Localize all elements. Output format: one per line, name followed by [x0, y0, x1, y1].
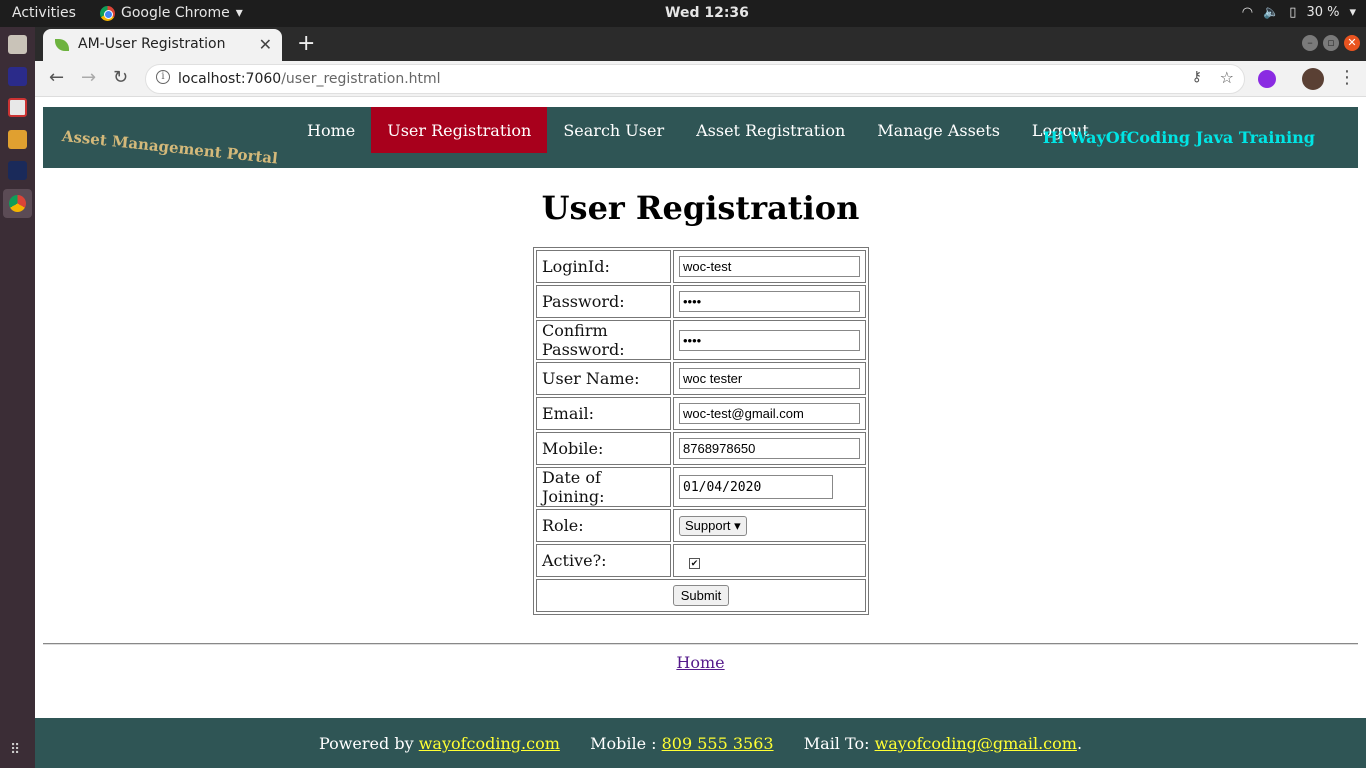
info-icon[interactable]: i	[156, 70, 170, 84]
os-top-bar: Activities Google Chrome ▾ Wed 12:36 ◠ 🔈…	[0, 0, 1366, 27]
nav-search-user[interactable]: Search User	[547, 107, 680, 153]
powered-by-label: Powered by	[318, 734, 414, 753]
mobile-label: Mobile :	[590, 734, 657, 753]
extension-icon[interactable]	[1258, 70, 1276, 88]
doj-field[interactable]	[679, 475, 833, 499]
web-page: Asset Management Portal Home User Regist…	[35, 97, 1366, 768]
intellij-icon[interactable]	[8, 67, 27, 86]
form-row: Email:	[536, 397, 866, 430]
powered-by-link[interactable]: wayofcoding.com	[419, 734, 560, 753]
text-editor-icon[interactable]	[8, 130, 27, 149]
dock: ⠿	[0, 27, 35, 768]
role-select-value: Support	[685, 518, 731, 533]
tab-title: AM-User Registration	[78, 36, 226, 52]
site-header: Asset Management Portal Home User Regist…	[43, 107, 1358, 168]
browser-tab[interactable]: AM-User Registration ✕	[43, 29, 282, 61]
mobile-link[interactable]: 809 555 3563	[662, 734, 774, 753]
site-footer: Powered by wayofcoding.com Mobile : 809 …	[35, 718, 1366, 768]
form-row: Confirm Password:	[536, 320, 866, 360]
role-label: Role:	[536, 509, 671, 542]
new-tab-button[interactable]: +	[297, 31, 315, 56]
browser-toolbar: ← → ↻ i localhost:7060/user_registration…	[35, 61, 1366, 97]
nav-asset-registration[interactable]: Asset Registration	[680, 107, 861, 153]
browser-tab-bar: AM-User Registration ✕ + – ▫ ✕	[35, 27, 1366, 61]
star-icon[interactable]: ☆	[1220, 68, 1234, 87]
active-label: Active?:	[536, 544, 671, 577]
wifi-icon: ◠	[1241, 5, 1254, 20]
loginid-label: LoginId:	[536, 250, 671, 283]
volume-icon: 🔈	[1263, 5, 1280, 20]
forward-icon[interactable]: →	[81, 67, 96, 88]
user-name-field[interactable]	[679, 368, 860, 389]
email-label: Email:	[536, 397, 671, 430]
password-label: Password:	[536, 285, 671, 318]
chevron-down-icon: ▾	[235, 5, 243, 21]
close-icon[interactable]: ✕	[259, 35, 272, 54]
address-bar[interactable]: i localhost:7060/user_registration.html …	[145, 64, 1245, 94]
clock[interactable]: Wed 12:36	[665, 5, 749, 21]
chevron-down-icon: ▾	[734, 518, 741, 533]
vscode-icon[interactable]	[8, 161, 27, 180]
role-select[interactable]: Support ▾	[679, 516, 747, 536]
battery-icon: ▯	[1289, 5, 1297, 20]
user-name-label: User Name:	[536, 362, 671, 395]
email-field[interactable]	[679, 403, 860, 424]
back-icon[interactable]: ←	[49, 67, 64, 88]
user-greeting: Hi WayOfCoding Java Training	[1042, 128, 1315, 147]
form-row: LoginId:	[536, 250, 866, 283]
password-field[interactable]	[679, 291, 860, 312]
chrome-dock-icon[interactable]	[3, 189, 32, 218]
page-title: User Registration	[541, 189, 860, 227]
submit-button[interactable]: Submit	[672, 585, 730, 606]
system-tray[interactable]: ◠ 🔈 ▯ 30 % ▾	[1242, 5, 1356, 20]
nav-manage-assets[interactable]: Manage Assets	[861, 107, 1016, 153]
app-icon[interactable]	[8, 98, 27, 117]
active-checkbox[interactable]: ✔	[689, 558, 700, 569]
confirm-password-field[interactable]	[679, 329, 860, 351]
form-row: Role: Support ▾	[536, 509, 866, 542]
mail-label: Mail To:	[803, 734, 870, 753]
footer-home: Home	[35, 653, 1366, 672]
reload-icon[interactable]: ↻	[113, 67, 128, 88]
url-text[interactable]: localhost:7060/user_registration.html	[178, 71, 441, 87]
chevron-down-icon: ▾	[1349, 5, 1356, 20]
files-icon[interactable]	[8, 35, 27, 54]
confirm-password-label: Confirm Password:	[536, 320, 671, 360]
show-apps-icon[interactable]: ⠿	[10, 742, 20, 758]
app-menu-label: Google Chrome	[121, 5, 230, 21]
close-window-icon[interactable]: ✕	[1344, 35, 1360, 51]
nav-home[interactable]: Home	[291, 107, 371, 153]
app-menu[interactable]: Google Chrome ▾	[100, 5, 243, 21]
site-brand: Asset Management Portal	[61, 127, 279, 168]
maximize-icon[interactable]: ▫	[1323, 35, 1339, 51]
form-row: Submit	[536, 579, 866, 612]
battery-percent: 30 %	[1306, 5, 1340, 20]
doj-label: Date of Joining:	[536, 467, 671, 507]
chrome-icon	[100, 5, 115, 21]
form-row: User Name:	[536, 362, 866, 395]
minimize-icon[interactable]: –	[1302, 35, 1318, 51]
mobile-field[interactable]	[679, 438, 860, 459]
mail-suffix: .	[1076, 734, 1083, 753]
loginid-field[interactable]	[679, 256, 860, 277]
form-row: Mobile:	[536, 432, 866, 465]
key-icon[interactable]: ⚷	[1192, 69, 1202, 85]
main-nav: Home User Registration Search User Asset…	[291, 107, 1105, 153]
spring-leaf-icon	[55, 39, 69, 51]
nav-user-registration[interactable]: User Registration	[371, 107, 548, 153]
mobile-label: Mobile:	[536, 432, 671, 465]
form-row: Active?: ✔	[536, 544, 866, 577]
registration-form: LoginId: Password: Confirm Password: Use…	[533, 247, 869, 615]
form-row: Password:	[536, 285, 866, 318]
window-controls: – ▫ ✕	[1302, 35, 1360, 51]
divider	[43, 643, 1358, 645]
form-row: Date of Joining:	[536, 467, 866, 507]
menu-icon[interactable]: ⋮	[1338, 67, 1356, 88]
footer-home-link[interactable]: Home	[676, 653, 724, 672]
activities-button[interactable]: Activities	[12, 5, 76, 21]
avatar[interactable]	[1302, 68, 1324, 90]
mail-link[interactable]: wayofcoding@gmail.com	[875, 734, 1077, 753]
